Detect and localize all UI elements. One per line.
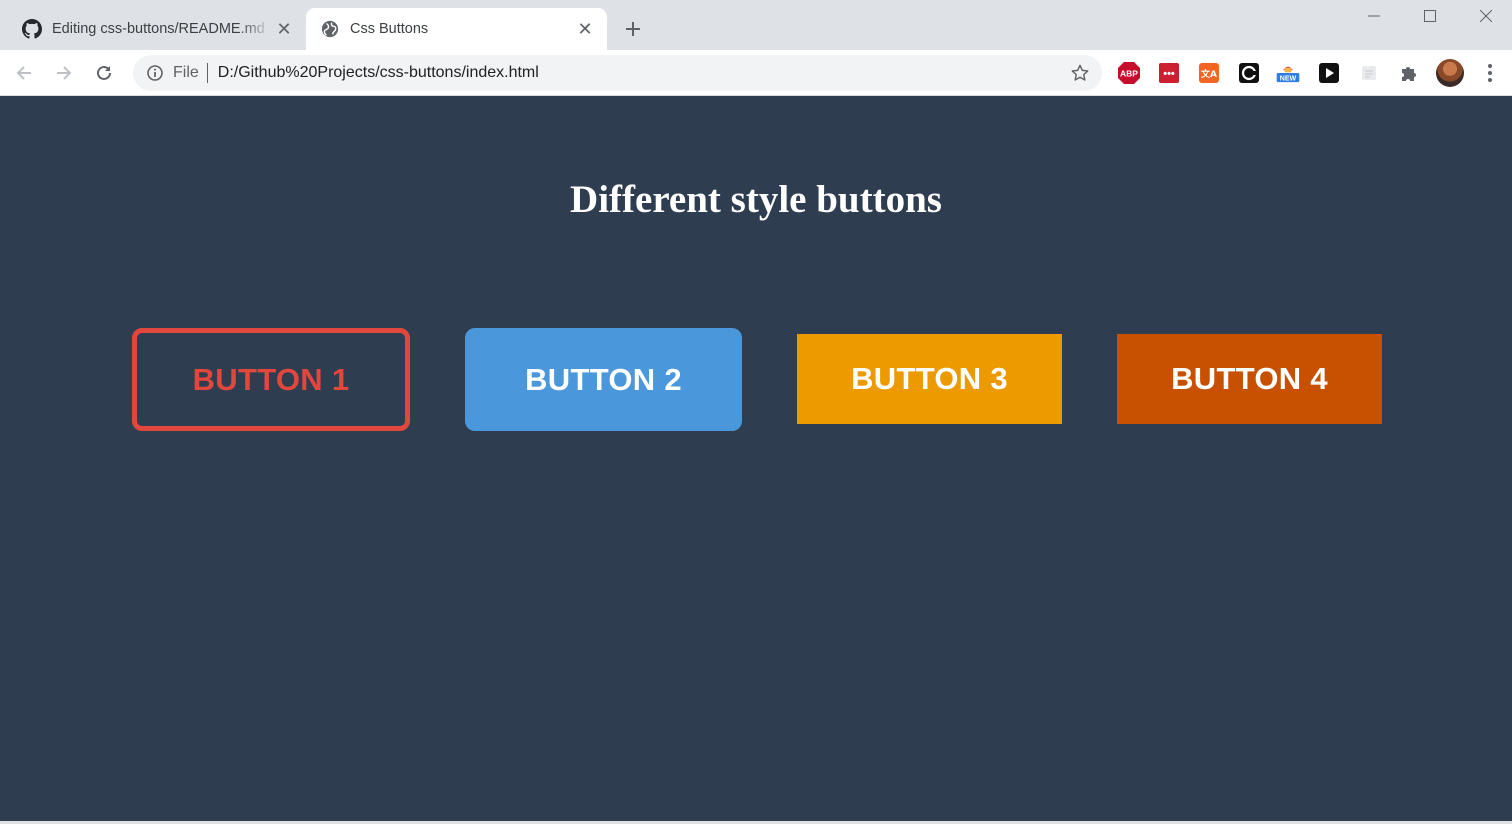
reload-icon[interactable] xyxy=(88,57,120,89)
info-icon[interactable] xyxy=(145,63,165,83)
url-text[interactable]: D:/Github%20Projects/css-buttons/index.h… xyxy=(218,64,1064,82)
translate-label: 文A xyxy=(1200,68,1217,80)
close-window-icon[interactable] xyxy=(1458,0,1512,32)
button-4[interactable]: BUTTON 4 xyxy=(1117,334,1382,424)
scheme-label: File xyxy=(173,64,199,81)
forward-arrow-icon[interactable] xyxy=(48,57,80,89)
lastpass-label: ••• xyxy=(1163,68,1175,80)
tab-title: Editing css-buttons/README.md xyxy=(52,21,265,37)
button-2[interactable]: BUTTON 2 xyxy=(465,328,742,431)
page-heading: Different style buttons xyxy=(570,178,942,221)
browser-toolbar: File D:/Github%20Projects/css-buttons/in… xyxy=(0,50,1512,96)
tab-css-buttons[interactable]: Css Buttons ✕ xyxy=(306,8,607,50)
play-icon[interactable] xyxy=(1317,61,1341,85)
lastpass-icon[interactable]: ••• xyxy=(1157,61,1181,85)
address-bar[interactable]: File D:/Github%20Projects/css-buttons/in… xyxy=(133,55,1102,91)
adblock-plus-icon[interactable]: ABP xyxy=(1117,61,1141,85)
document-icon[interactable] xyxy=(1357,61,1381,85)
close-tab-icon[interactable]: ✕ xyxy=(272,17,296,41)
tab-strip: Editing css-buttons/README.md ✕ Css Butt… xyxy=(0,0,1512,50)
c-extension-icon[interactable]: C xyxy=(1237,61,1261,85)
new-tab-icon[interactable] xyxy=(618,14,648,44)
address-separator xyxy=(206,63,208,83)
tab-editing-readme[interactable]: Editing css-buttons/README.md ✕ xyxy=(8,8,306,50)
close-tab-icon[interactable]: ✕ xyxy=(573,17,597,41)
extensions-puzzle-icon[interactable] xyxy=(1397,61,1421,85)
profile-avatar[interactable] xyxy=(1436,59,1464,87)
translate-icon[interactable]: 文A xyxy=(1197,61,1221,85)
globe-icon xyxy=(320,19,340,39)
github-icon xyxy=(22,19,42,39)
page-viewport: Different style buttons BUTTON 1 BUTTON … xyxy=(0,97,1512,821)
button-1[interactable]: BUTTON 1 xyxy=(132,328,410,431)
button-3[interactable]: BUTTON 3 xyxy=(797,334,1062,424)
maximize-window-icon[interactable] xyxy=(1402,0,1458,32)
back-arrow-icon[interactable] xyxy=(8,57,40,89)
kebab-menu-icon[interactable] xyxy=(1476,57,1504,89)
tab-title: Css Buttons xyxy=(350,21,429,37)
bookmark-star-icon[interactable] xyxy=(1064,57,1096,89)
abp-label: ABP xyxy=(1120,69,1138,79)
new-badge-label: NEW xyxy=(1280,75,1297,82)
new-extension-icon[interactable]: NEW xyxy=(1276,61,1300,85)
minimize-window-icon[interactable] xyxy=(1346,0,1402,32)
